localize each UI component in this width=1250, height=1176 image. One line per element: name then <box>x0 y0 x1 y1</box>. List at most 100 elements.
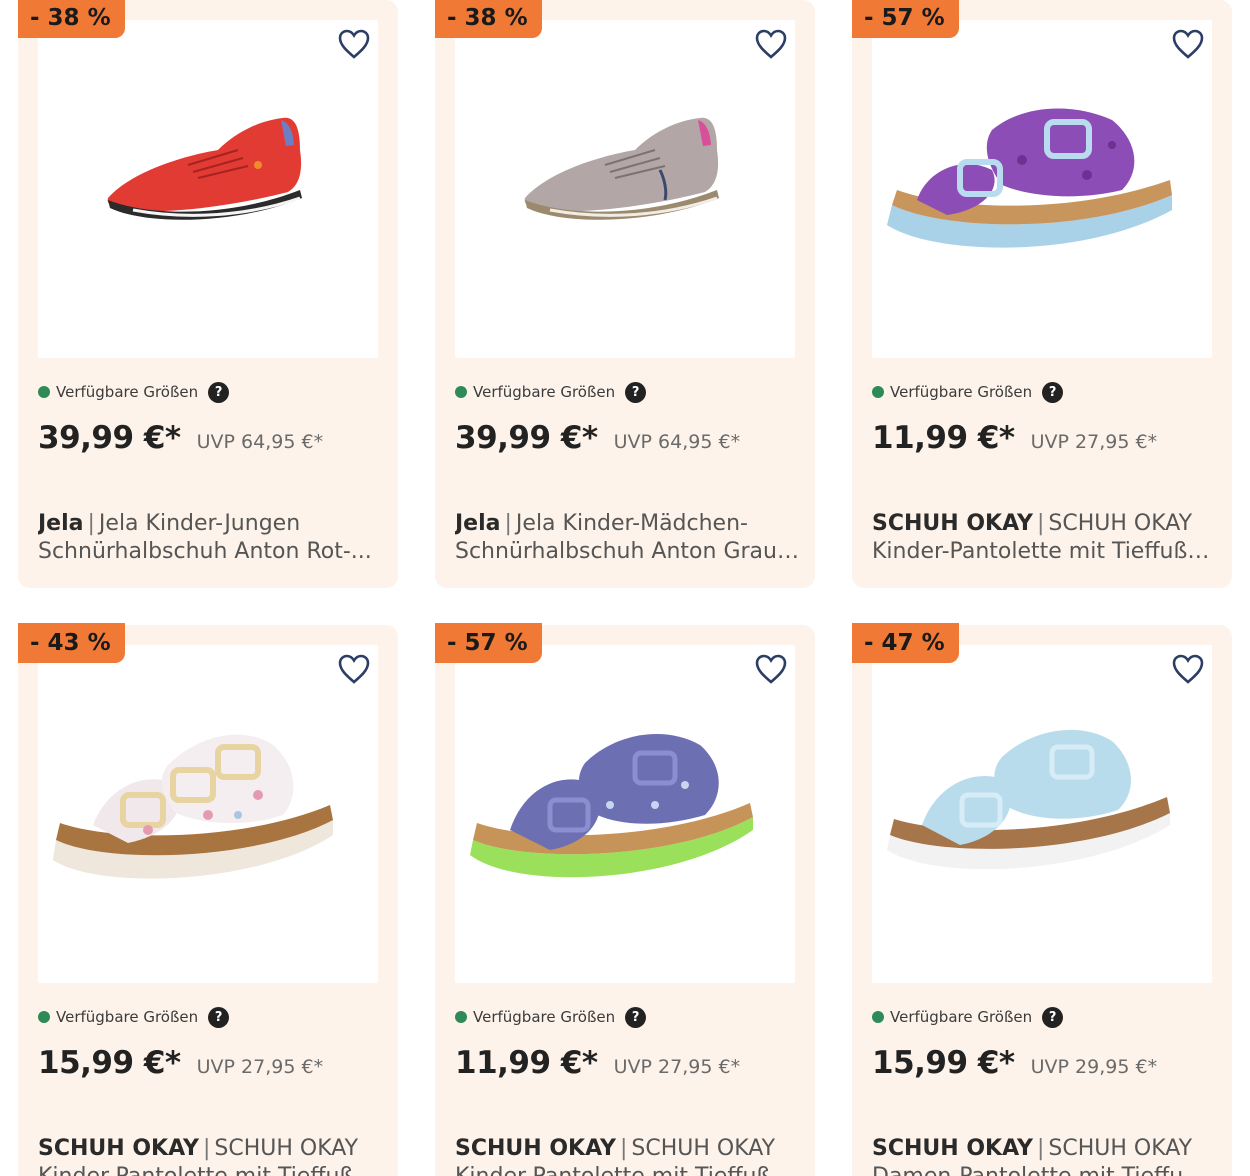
product-card[interactable]: - 57 % Verfügbare Größen ? 11,99 €* UVP … <box>852 0 1232 588</box>
brand-name: SCHUH OKAY <box>455 1136 616 1161</box>
brand-name: SCHUH OKAY <box>872 511 1033 536</box>
help-icon[interactable]: ? <box>625 381 647 403</box>
sizes-label: Verfügbare Größen <box>473 383 616 401</box>
sizes-label: Verfügbare Größen <box>56 383 199 401</box>
separator: | <box>504 511 512 536</box>
product-name-line2: Damen-Pantolette mit Tieffußbe... <box>872 1163 1217 1176</box>
product-name-line1: SCHUH OKAY <box>631 1136 776 1161</box>
discount-badge: - 38 % <box>435 0 542 38</box>
heart-icon[interactable] <box>1171 653 1205 685</box>
product-card[interactable]: - 43 % Verfügbare Größen ? 15,99 €* UVP … <box>18 623 398 1176</box>
product-image[interactable] <box>455 20 795 358</box>
heart-icon[interactable] <box>1171 28 1205 60</box>
product-card[interactable]: - 47 % Verfügbare Größen ? 15,99 €* UVP … <box>852 623 1232 1176</box>
product-image[interactable] <box>38 645 378 983</box>
product-title[interactable]: SCHUH OKAY|SCHUH OKAY Kinder-Pantolette … <box>872 510 1217 566</box>
sizes-label: Verfügbare Größen <box>890 1008 1033 1026</box>
product-title[interactable]: SCHUH OKAY|SCHUH OKAY Kinder-Pantolette … <box>38 1135 383 1176</box>
product-name-line2: Kinder-Pantolette mit Tieffußbet... <box>38 1163 383 1176</box>
price-row: 39,99 €* UVP 64,95 €* <box>38 420 323 456</box>
light-blue-sandal-image <box>887 729 1170 870</box>
uvp-price: UVP 27,95 €* <box>1030 431 1158 453</box>
product-name-line2: Schnürhalbschuh Anton Grau-... <box>455 539 800 564</box>
product-image[interactable] <box>455 645 795 983</box>
help-icon[interactable]: ? <box>1042 1006 1064 1028</box>
product-name-line1: Jela Kinder-Jungen <box>98 511 301 536</box>
uvp-price: UVP 64,95 €* <box>613 431 741 453</box>
price-row: 15,99 €* UVP 29,95 €* <box>872 1045 1157 1081</box>
availability-dot <box>872 386 884 398</box>
product-grid: - 38 % Verfügbare Größen ? 39,99 €* UVP … <box>0 0 1250 1176</box>
available-sizes[interactable]: Verfügbare Größen ? <box>38 380 230 404</box>
brand-name: SCHUH OKAY <box>872 1136 1033 1161</box>
product-title[interactable]: SCHUH OKAY|SCHUH OKAY Damen-Pantolette m… <box>872 1135 1217 1176</box>
heart-icon[interactable] <box>337 653 371 685</box>
heart-icon[interactable] <box>754 28 788 60</box>
product-name-line1: SCHUH OKAY <box>214 1136 359 1161</box>
available-sizes[interactable]: Verfügbare Größen ? <box>872 1005 1064 1029</box>
heart-icon[interactable] <box>337 28 371 60</box>
available-sizes[interactable]: Verfügbare Größen ? <box>455 1005 647 1029</box>
red-sneaker-image <box>107 117 302 220</box>
separator: | <box>87 511 95 536</box>
availability-dot <box>455 1011 467 1023</box>
availability-dot <box>872 1011 884 1023</box>
grey-sneaker-image <box>524 117 719 220</box>
product-image[interactable] <box>872 20 1212 358</box>
discount-badge: - 47 % <box>852 623 959 663</box>
product-name-line2: Kinder-Pantolette mit Tieffußbet... <box>872 539 1217 564</box>
brand-name: Jela <box>38 511 84 536</box>
product-name-line1: Jela Kinder-Mädchen- <box>515 511 748 536</box>
brand-name: Jela <box>455 511 501 536</box>
current-price: 39,99 €* <box>455 420 598 456</box>
blue-sandal-image <box>470 733 753 878</box>
product-name-line2: Kinder-Pantolette mit Tieffußbet... <box>455 1163 800 1176</box>
brand-name: SCHUH OKAY <box>38 1136 199 1161</box>
product-name-line2: Schnürhalbschuh Anton Rot-... <box>38 539 372 564</box>
purple-sandal-image <box>887 108 1172 248</box>
product-card[interactable]: - 38 % Verfügbare Größen ? 39,99 €* UVP … <box>435 0 815 588</box>
price-row: 15,99 €* UVP 27,95 €* <box>38 1045 323 1081</box>
product-name-line1: SCHUH OKAY <box>1048 1136 1193 1161</box>
discount-badge: - 57 % <box>435 623 542 663</box>
availability-dot <box>38 386 50 398</box>
current-price: 39,99 €* <box>38 420 181 456</box>
current-price: 11,99 €* <box>455 1045 598 1081</box>
current-price: 11,99 €* <box>872 420 1015 456</box>
discount-badge: - 38 % <box>18 0 125 38</box>
separator: | <box>619 1136 628 1161</box>
available-sizes[interactable]: Verfügbare Größen ? <box>872 380 1064 404</box>
uvp-price: UVP 27,95 €* <box>196 1056 324 1078</box>
help-icon[interactable]: ? <box>208 1006 230 1028</box>
product-card[interactable]: - 38 % Verfügbare Größen ? 39,99 €* UVP … <box>18 0 398 588</box>
heart-icon[interactable] <box>754 653 788 685</box>
product-title[interactable]: SCHUH OKAY|SCHUH OKAY Kinder-Pantolette … <box>455 1135 800 1176</box>
floral-sandal-image <box>53 734 333 879</box>
available-sizes[interactable]: Verfügbare Größen ? <box>455 380 647 404</box>
product-image[interactable] <box>872 645 1212 983</box>
uvp-price: UVP 64,95 €* <box>196 431 324 453</box>
sizes-label: Verfügbare Größen <box>890 383 1033 401</box>
help-icon[interactable]: ? <box>208 381 230 403</box>
sizes-label: Verfügbare Größen <box>473 1008 616 1026</box>
uvp-price: UVP 27,95 €* <box>613 1056 741 1078</box>
availability-dot <box>38 1011 50 1023</box>
current-price: 15,99 €* <box>872 1045 1015 1081</box>
price-row: 11,99 €* UVP 27,95 €* <box>455 1045 740 1081</box>
discount-badge: - 57 % <box>852 0 959 38</box>
help-icon[interactable]: ? <box>1042 381 1064 403</box>
uvp-price: UVP 29,95 €* <box>1030 1056 1158 1078</box>
current-price: 15,99 €* <box>38 1045 181 1081</box>
price-row: 11,99 €* UVP 27,95 €* <box>872 420 1157 456</box>
help-icon[interactable]: ? <box>625 1006 647 1028</box>
product-title[interactable]: Jela | Jela Kinder-Jungen Schnürhalbschuh … <box>38 510 383 566</box>
separator: | <box>1036 511 1045 536</box>
product-image[interactable] <box>38 20 378 358</box>
sizes-label: Verfügbare Größen <box>56 1008 199 1026</box>
available-sizes[interactable]: Verfügbare Größen ? <box>38 1005 230 1029</box>
discount-badge: - 43 % <box>18 623 125 663</box>
separator: | <box>202 1136 211 1161</box>
product-card[interactable]: - 57 % Verfügbare Größen ? 11,99 €* UVP … <box>435 623 815 1176</box>
price-row: 39,99 €* UVP 64,95 €* <box>455 420 740 456</box>
product-title[interactable]: Jela | Jela Kinder-Mädchen- Schnürhalbschu… <box>455 510 800 566</box>
